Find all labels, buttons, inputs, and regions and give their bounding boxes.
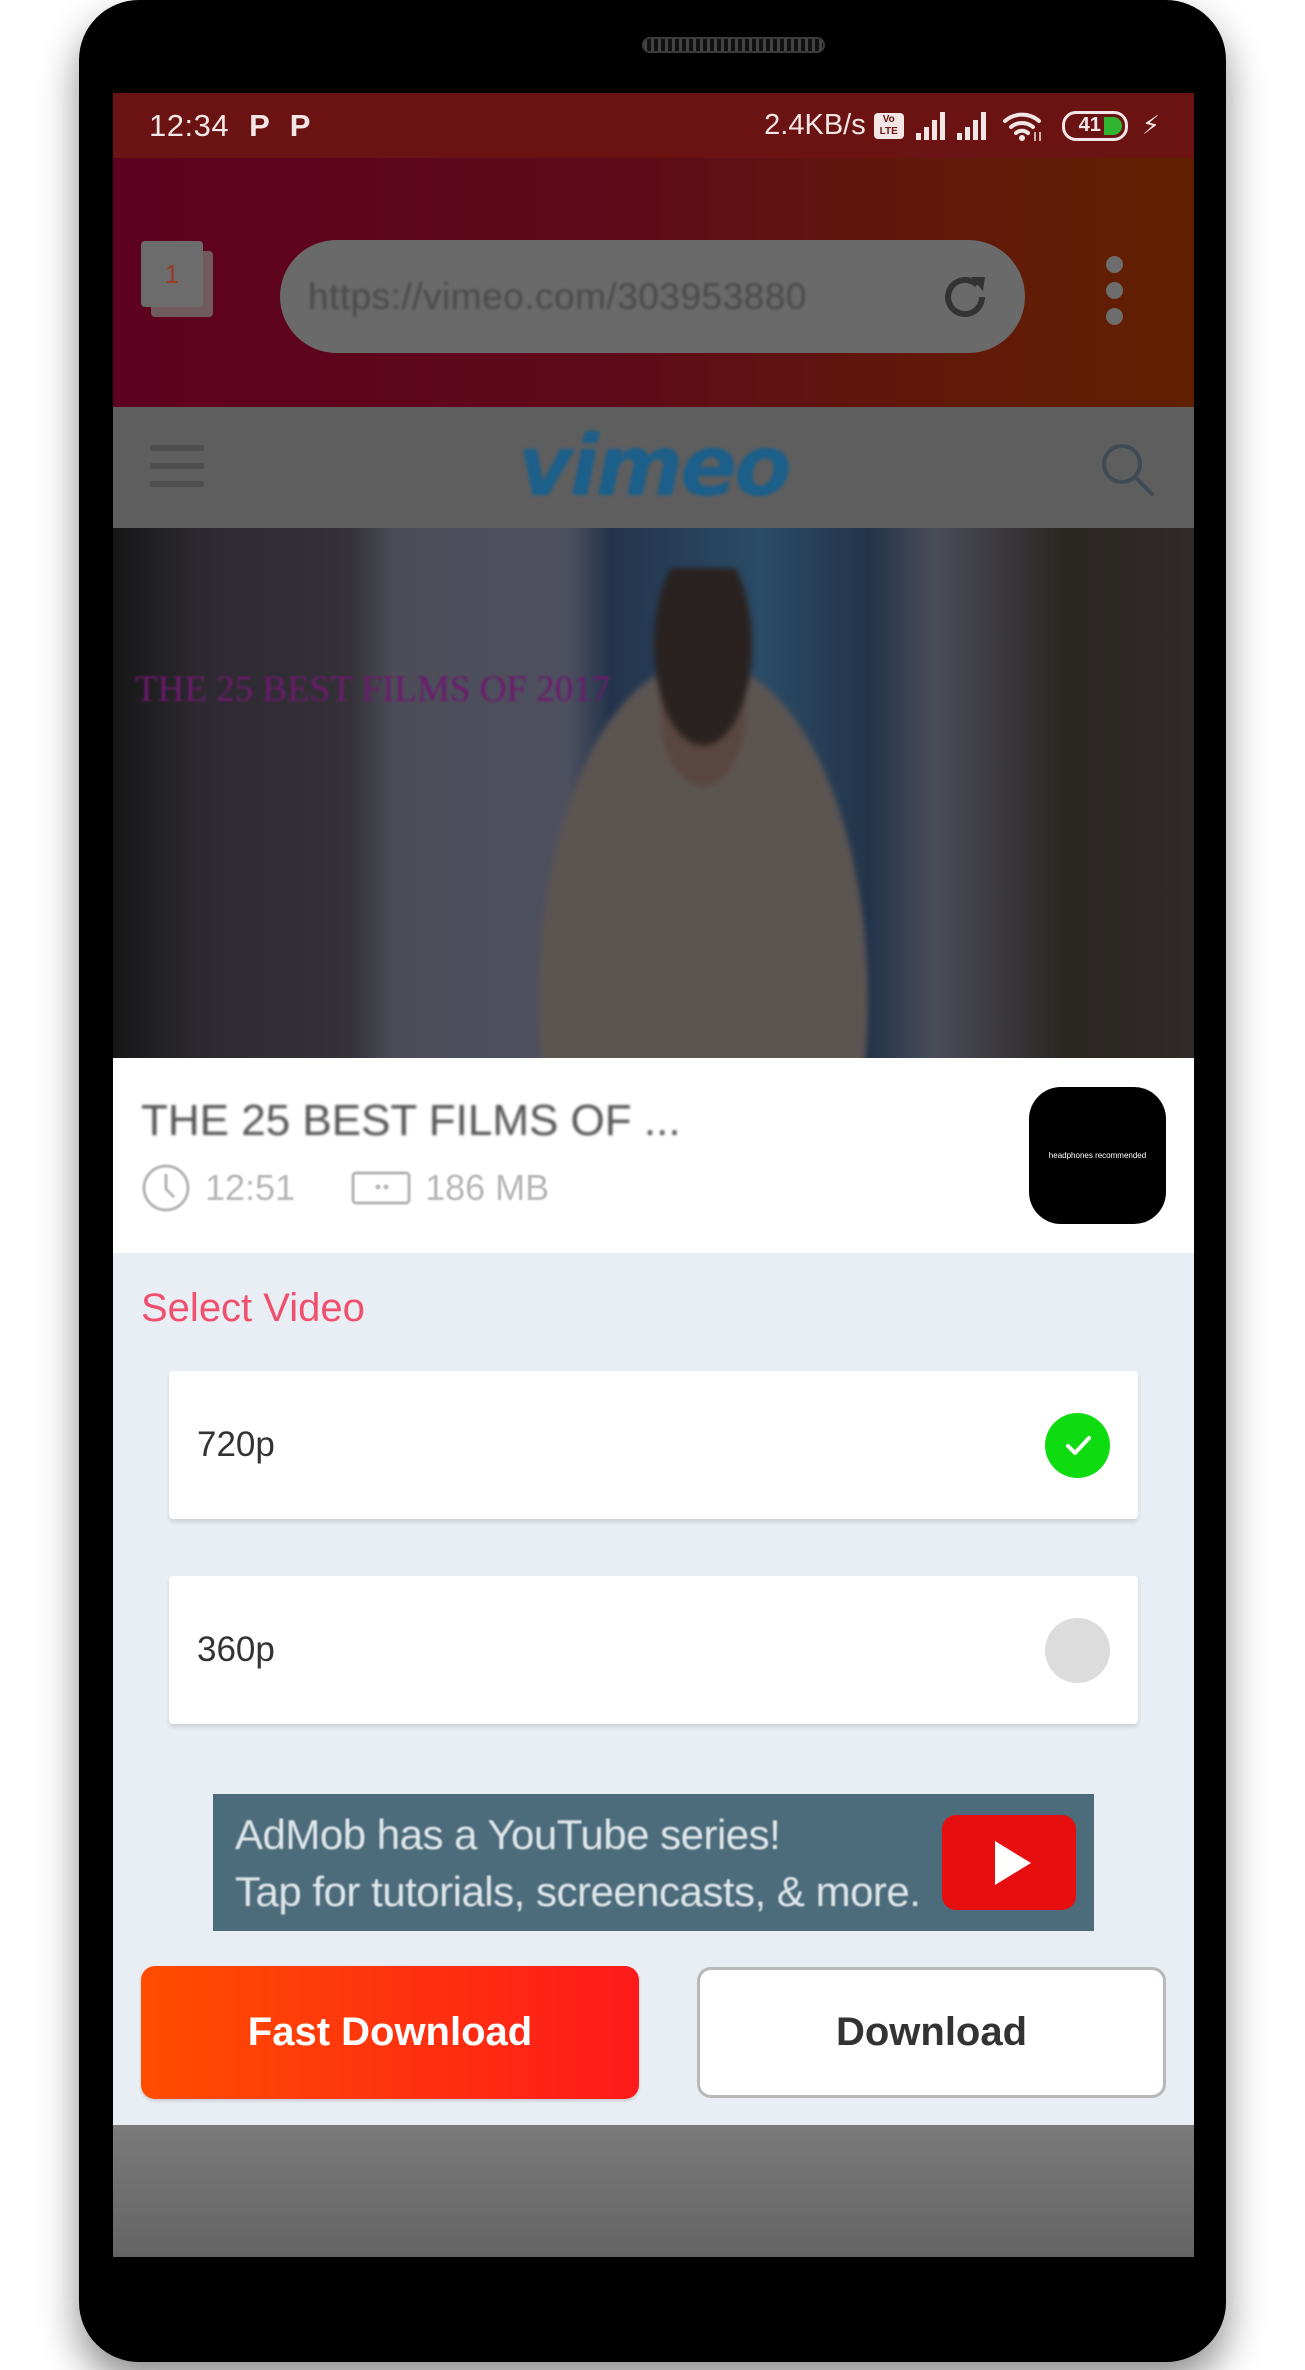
- ad-line-1: AdMob has a YouTube series!: [235, 1810, 781, 1858]
- volte-bottom: LTE: [879, 125, 898, 137]
- clock-icon: [142, 1164, 190, 1212]
- radio-unchecked-icon[interactable]: [1045, 1617, 1110, 1683]
- video-meta: 12:51 186 MB: [141, 1163, 549, 1213]
- quality-label: 720p: [197, 1425, 275, 1464]
- video-duration: 12:51: [205, 1167, 296, 1208]
- status-bar: 12:34 P P 2.4KB/s Vo LTE 41 ⚡︎: [113, 93, 1194, 158]
- quality-option-360p[interactable]: 360p: [169, 1576, 1138, 1724]
- search-icon[interactable]: [1098, 440, 1158, 500]
- storage-icon: [351, 1171, 411, 1205]
- ad-text: AdMob has a YouTube series! Tap for tuto…: [235, 1806, 921, 1920]
- browser-toolbar: 1 https://vimeo.com/303953880: [113, 158, 1194, 407]
- ad-banner[interactable]: AdMob has a YouTube series! Tap for tuto…: [213, 1794, 1094, 1931]
- screen: 12:34 P P 2.4KB/s Vo LTE 41 ⚡︎ 1 https:/…: [113, 93, 1194, 2257]
- select-video-heading: Select Video: [141, 1286, 365, 1330]
- quality-option-720p[interactable]: 720p: [169, 1371, 1138, 1519]
- quality-label: 360p: [197, 1630, 275, 1669]
- wifi-icon: [1002, 112, 1041, 141]
- signal-icon: [915, 111, 945, 140]
- video-player[interactable]: THE 25 BEST FILMS OF 2017: [113, 528, 1194, 1058]
- video-info-card: THE 25 BEST FILMS OF ... 12:51 186 MB he…: [113, 1058, 1194, 1253]
- status-time: 12:34: [149, 107, 230, 143]
- video-overlay-text: THE 25 BEST FILMS OF 2017: [135, 669, 611, 710]
- url-bar[interactable]: https://vimeo.com/303953880: [280, 240, 1025, 353]
- video-thumbnail: headphones recommended: [1029, 1087, 1166, 1224]
- video-frame-image: [493, 568, 913, 1058]
- tab-switcher-button[interactable]: 1: [141, 241, 213, 317]
- ad-line-2: Tap for tutorials, screencasts, & more.: [235, 1867, 921, 1915]
- phone-speaker: [642, 37, 825, 53]
- url-input[interactable]: https://vimeo.com/303953880: [308, 276, 807, 318]
- battery-level: 41: [1078, 114, 1101, 136]
- network-speed: 2.4KB/s: [764, 109, 866, 141]
- check-circle-icon[interactable]: [1045, 1412, 1110, 1478]
- fast-download-button[interactable]: Fast Download: [141, 1966, 639, 2099]
- more-vert-icon[interactable]: [1106, 256, 1126, 336]
- video-size: 186 MB: [425, 1167, 550, 1208]
- thumbnail-text: headphones recommended: [1048, 1151, 1147, 1160]
- status-icons: 2.4KB/s Vo LTE 41 ⚡︎: [764, 109, 1160, 142]
- volte-top: Vo: [882, 113, 895, 125]
- site-header: vimeo: [113, 407, 1194, 528]
- video-title: THE 25 BEST FILMS OF ...: [141, 1096, 681, 1145]
- notification-icon: P: [289, 107, 311, 143]
- notification-icon: P: [249, 107, 270, 143]
- youtube-play-icon: [942, 1815, 1076, 1910]
- reload-icon[interactable]: [935, 267, 995, 327]
- dimmed-background: [113, 2125, 1194, 2257]
- charging-icon: ⚡︎: [1141, 110, 1160, 140]
- vimeo-logo: vimeo: [518, 417, 792, 515]
- signal-icon: [956, 111, 986, 140]
- download-button[interactable]: Download: [697, 1967, 1166, 2098]
- battery-icon: 41: [1061, 110, 1128, 141]
- volte-icon: Vo LTE: [873, 112, 904, 139]
- tab-count: 1: [141, 241, 203, 307]
